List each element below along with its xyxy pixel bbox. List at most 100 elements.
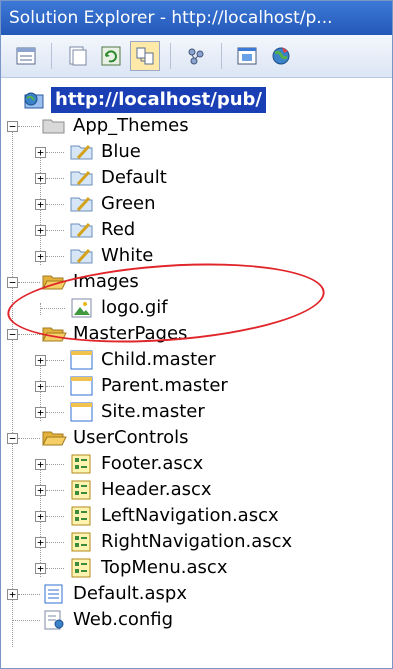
expand-toggle[interactable]: + xyxy=(35,147,46,158)
toolbar-separator xyxy=(221,43,222,69)
tree-item-label: Default.aspx xyxy=(73,583,187,604)
tree-item-app-themes[interactable]: App_Themes xyxy=(41,113,189,139)
tree-item-blue[interactable]: Blue xyxy=(69,139,141,165)
tree-item-green[interactable]: Green xyxy=(69,191,156,217)
expand-toggle[interactable]: + xyxy=(35,225,46,236)
tree-item-label: Parent.master xyxy=(101,375,228,396)
tree-item-label: Site.master xyxy=(101,401,205,422)
theme-folder-icon xyxy=(69,245,95,267)
tree-connector xyxy=(46,568,64,569)
solution-tree: http://localhost/pub/ − App_Themes + Blu… xyxy=(1,87,392,667)
expand-toggle[interactable]: + xyxy=(35,251,46,262)
tree-item-footer-ascx[interactable]: Footer.ascx xyxy=(69,451,203,477)
collapse-toggle[interactable]: − xyxy=(7,329,18,340)
tree-connector xyxy=(18,438,40,439)
tree-item-topmenu-ascx[interactable]: TopMenu.ascx xyxy=(69,555,227,581)
theme-folder-icon xyxy=(69,219,95,241)
tree-item-child-master[interactable]: Child.master xyxy=(69,347,216,373)
tree-connector xyxy=(46,230,64,231)
expand-toggle[interactable]: + xyxy=(7,589,18,600)
tree-connector xyxy=(46,178,64,179)
tree-connector xyxy=(18,126,40,127)
expand-toggle[interactable]: + xyxy=(35,563,46,574)
expand-toggle[interactable]: + xyxy=(35,407,46,418)
tree-item-header-ascx[interactable]: Header.ascx xyxy=(69,477,212,503)
tree-connector xyxy=(46,204,64,205)
tree-connector xyxy=(46,412,64,413)
tree-connector xyxy=(18,282,40,283)
master-page-icon xyxy=(69,349,95,371)
website-icon xyxy=(21,89,47,111)
expand-toggle[interactable]: + xyxy=(35,485,46,496)
tree-item-label: TopMenu.ascx xyxy=(101,557,228,578)
expand-toggle[interactable]: + xyxy=(35,355,46,366)
user-control-icon xyxy=(69,505,95,527)
tree-item-label: Red xyxy=(101,219,136,240)
theme-folder-icon xyxy=(69,193,95,215)
tree-connector xyxy=(46,256,64,257)
tree-item-label: RightNavigation.ascx xyxy=(101,531,293,552)
user-control-icon xyxy=(69,453,95,475)
tree-connector xyxy=(18,594,40,595)
tree-item-default-aspx[interactable]: Default.aspx xyxy=(41,581,187,607)
tree-item-web-config[interactable]: Web.config xyxy=(41,607,173,633)
user-control-icon xyxy=(69,531,95,553)
tree-connector xyxy=(46,542,64,543)
expand-toggle[interactable]: + xyxy=(35,199,46,210)
tree-item-label: Child.master xyxy=(101,349,216,370)
collapse-toggle[interactable]: − xyxy=(7,433,18,444)
window-title: Solution Explorer - http://localhost/p..… xyxy=(1,1,392,35)
tree-root-label: http://localhost/pub/ xyxy=(51,87,267,113)
expand-toggle[interactable]: + xyxy=(35,537,46,548)
tree-connector xyxy=(46,516,64,517)
tree-item-site-master[interactable]: Site.master xyxy=(69,399,205,425)
collapse-toggle[interactable]: − xyxy=(7,277,18,288)
tree-connector xyxy=(18,334,40,335)
aspnet-configuration-icon[interactable] xyxy=(266,41,296,71)
expand-toggle[interactable]: + xyxy=(35,511,46,522)
tree-item-label: White xyxy=(101,245,154,266)
tree-connector xyxy=(46,360,64,361)
master-page-icon xyxy=(69,375,95,397)
refresh-icon[interactable] xyxy=(96,41,126,71)
user-control-icon xyxy=(69,557,95,579)
toolbar-separator xyxy=(51,43,52,69)
show-all-files-icon[interactable] xyxy=(62,41,92,71)
tree-connector xyxy=(12,620,40,621)
theme-folder-icon xyxy=(69,141,95,163)
tree-item-default-theme[interactable]: Default xyxy=(69,165,167,191)
tree-connector xyxy=(46,490,64,491)
aspx-page-icon xyxy=(41,583,67,605)
tree-root[interactable]: http://localhost/pub/ xyxy=(21,87,267,113)
tree-item-leftnavigation-ascx[interactable]: LeftNavigation.ascx xyxy=(69,503,279,529)
collapse-toggle[interactable]: − xyxy=(7,121,18,132)
tree-connector xyxy=(46,152,64,153)
copy-website-icon[interactable] xyxy=(181,41,211,71)
tree-item-label: Default xyxy=(101,167,167,188)
nest-related-files-icon[interactable] xyxy=(130,41,160,71)
theme-folder-icon xyxy=(69,167,95,189)
solution-explorer-window: Solution Explorer - http://localhost/p..… xyxy=(0,0,393,669)
expand-toggle[interactable]: + xyxy=(35,459,46,470)
tree-item-label: App_Themes xyxy=(73,115,189,136)
tree-connector xyxy=(46,386,64,387)
open-folder-icon xyxy=(41,427,67,449)
master-page-icon xyxy=(69,401,95,423)
tree-item-white[interactable]: White xyxy=(69,243,153,269)
expand-toggle[interactable]: + xyxy=(35,381,46,392)
view-designer-icon[interactable] xyxy=(232,41,262,71)
toolbar-separator xyxy=(170,43,171,69)
tree-item-rightnavigation-ascx[interactable]: RightNavigation.ascx xyxy=(69,529,292,555)
tree-item-label: Header.ascx xyxy=(101,479,212,500)
tree-item-label: LeftNavigation.ascx xyxy=(101,505,279,526)
properties-icon[interactable] xyxy=(11,41,41,71)
tree-item-usercontrols[interactable]: UserControls xyxy=(41,425,188,451)
tree-item-parent-master[interactable]: Parent.master xyxy=(69,373,228,399)
tree-item-red[interactable]: Red xyxy=(69,217,135,243)
toolbar xyxy=(1,35,392,78)
tree-connector xyxy=(12,121,13,647)
config-file-icon xyxy=(41,609,67,631)
tree-item-label: Blue xyxy=(101,141,141,162)
expand-toggle[interactable]: + xyxy=(35,173,46,184)
tree-item-label: Web.config xyxy=(73,609,174,630)
